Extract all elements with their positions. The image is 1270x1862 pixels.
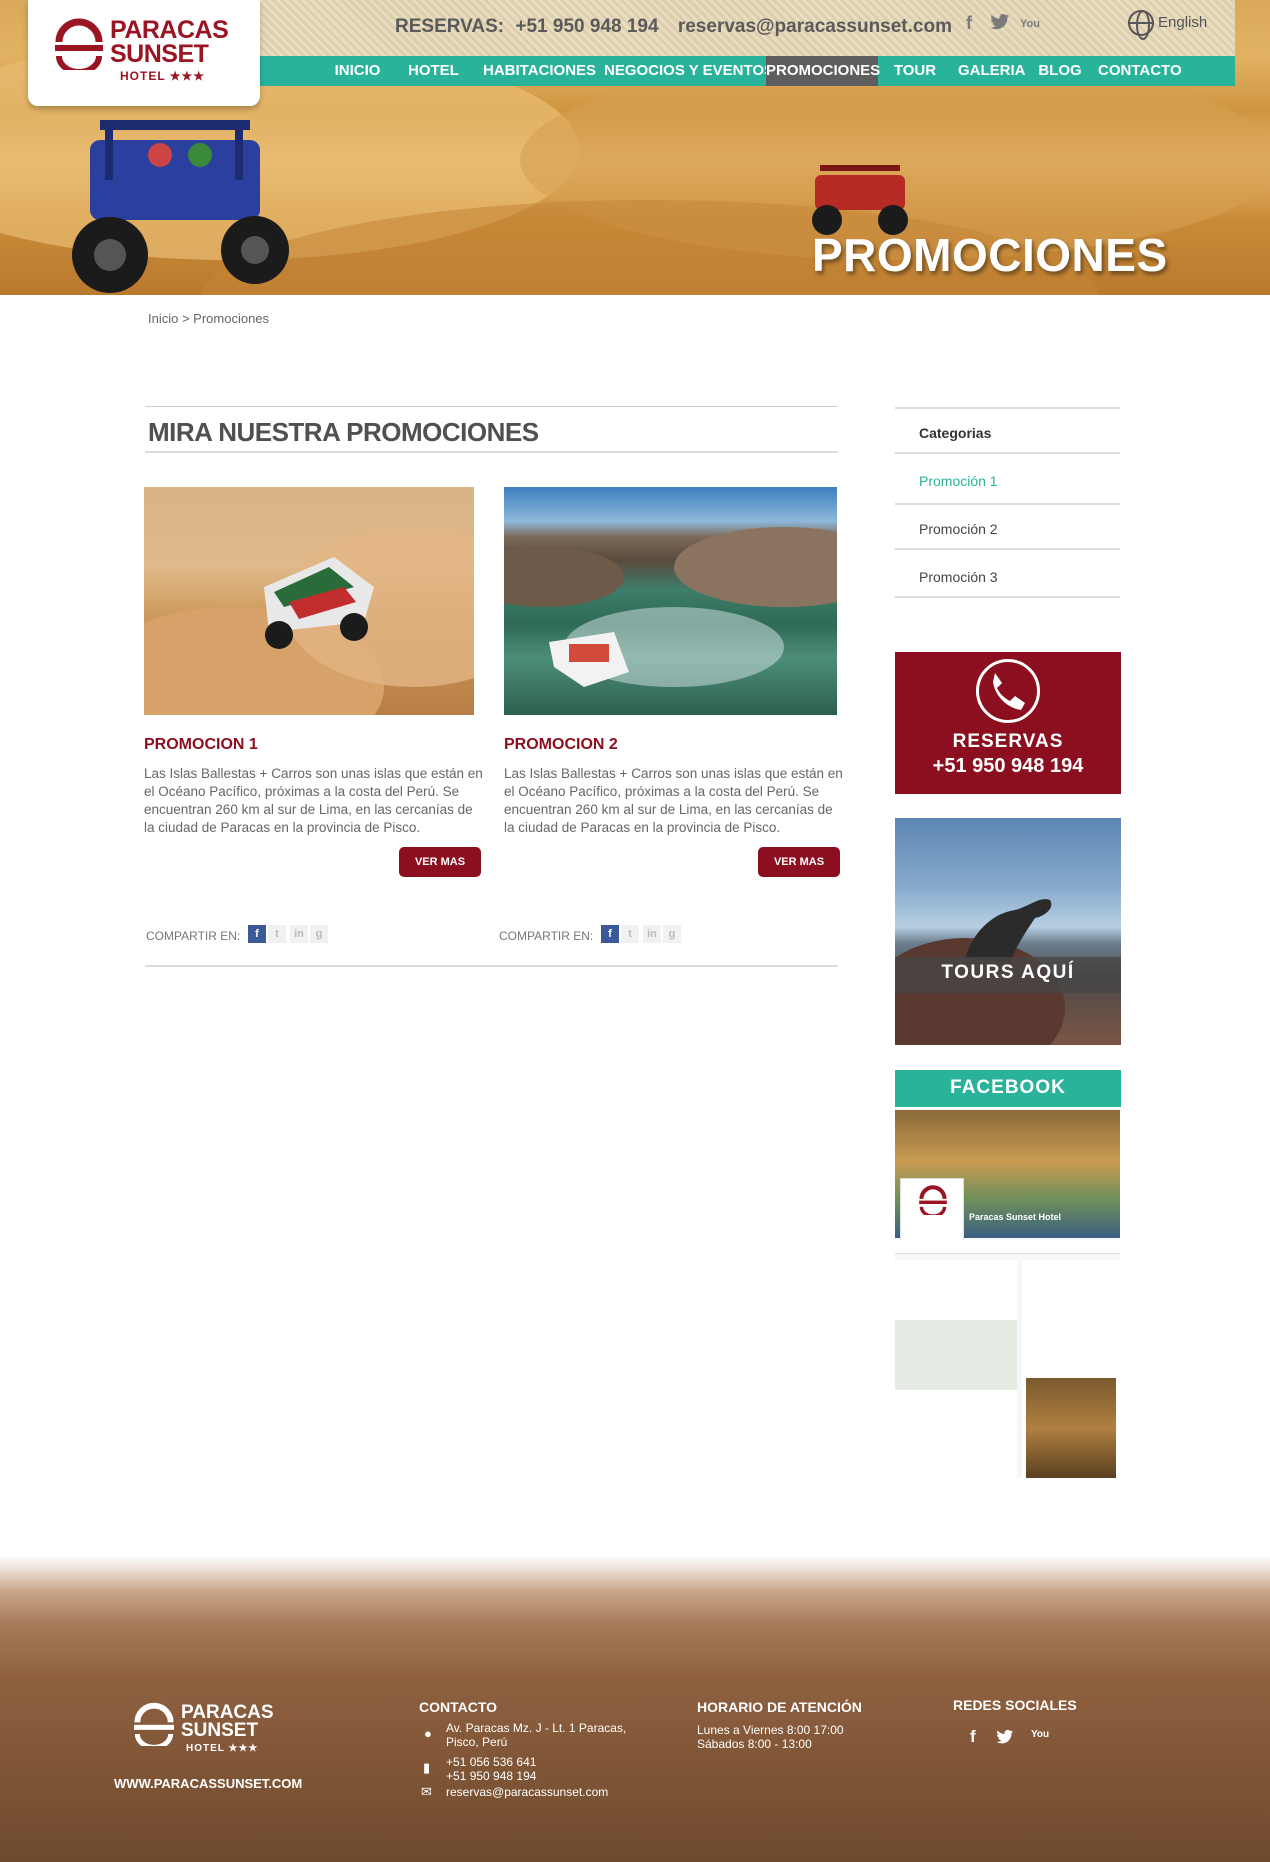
facebook-icon[interactable]: f	[959, 13, 979, 35]
reservas-label: RESERVAS:	[395, 16, 505, 37]
footer-brand-line3: HOTEL ★★★	[186, 1743, 259, 1754]
promo-image-1[interactable]	[144, 487, 474, 715]
twitter-share-icon[interactable]: t	[621, 925, 639, 943]
googleplus-share-icon[interactable]: g	[663, 925, 681, 943]
phone-icon	[976, 659, 1040, 723]
footer-phone-2[interactable]: +51 950 948 194	[446, 1769, 536, 1783]
facebook-page-name: Paracas Sunset Hotel	[969, 1212, 1062, 1222]
footer-contacto-title: CONTACTO	[419, 1699, 498, 1715]
footer-horario-title: HORARIO DE ATENCIÓN	[697, 1699, 862, 1715]
reservas-phone-link[interactable]: +51 950 948 194	[515, 16, 658, 37]
sunset-logo-icon	[55, 18, 103, 70]
nav-negocios-eventos[interactable]: NEGOCIOS Y EVENTOS	[604, 56, 774, 86]
buggy-image	[72, 120, 289, 293]
footer-address-line2: Pisco, Perú	[446, 1735, 508, 1749]
category-promocion-1[interactable]: Promoción 1	[919, 473, 998, 489]
page-hero-title: PROMOCIONES	[812, 229, 1168, 281]
nav-habitaciones[interactable]: HABITACIONES	[483, 56, 596, 86]
facebook-icon[interactable]: f	[970, 1727, 976, 1747]
footer-phone-1[interactable]: +51 056 536 641	[446, 1755, 536, 1769]
promo-image-2[interactable]	[504, 487, 837, 715]
logo[interactable]: PARACAS SUNSET HOTEL ★★★	[28, 0, 260, 106]
divider	[895, 596, 1120, 598]
divider	[895, 407, 1120, 409]
nav-tour[interactable]: TOUR	[891, 56, 939, 86]
language-switch[interactable]: English	[1158, 14, 1207, 31]
nav-contacto[interactable]: CONTACTO	[1098, 56, 1182, 86]
footer-address-line1: Av. Paracas Mz. J - Lt. 1 Paracas,	[446, 1721, 627, 1735]
promo-description-1: Las Islas Ballestas + Carros son unas is…	[144, 766, 483, 835]
location-icon: ●	[424, 1726, 432, 1741]
divider	[895, 548, 1120, 550]
footer-redes-title: REDES SOCIALES	[953, 1697, 1077, 1713]
googleplus-share-icon[interactable]: g	[310, 925, 328, 943]
nav-promociones[interactable]: PROMOCIONES	[766, 56, 880, 86]
mail-icon: ✉	[421, 1784, 432, 1799]
reservas-phone[interactable]: +51 950 948 194	[895, 755, 1121, 778]
linkedin-share-icon[interactable]: in	[290, 925, 308, 943]
promo-title-2[interactable]: PROMOCION 2	[504, 736, 618, 754]
ver-mas-button-1[interactable]: VER MAS	[399, 847, 481, 877]
divider	[145, 965, 838, 967]
category-promocion-2[interactable]: Promoción 2	[919, 521, 998, 537]
reservas-email-link[interactable]: reservas@paracassunset.com	[678, 16, 952, 37]
twitter-icon[interactable]	[990, 13, 1010, 35]
ver-mas-button-2[interactable]: VER MAS	[758, 847, 840, 877]
footer-brand-line2: SUNSET	[181, 1720, 259, 1741]
youtube-icon[interactable]: You	[1020, 13, 1040, 35]
divider	[895, 503, 1120, 505]
facebook-share-icon[interactable]: f	[601, 925, 619, 943]
promo-title-1[interactable]: PROMOCION 1	[144, 736, 258, 754]
share-label-1: COMPARTIR EN:	[146, 929, 241, 943]
category-promocion-3[interactable]: Promoción 3	[919, 569, 998, 585]
tours-banner-image[interactable]	[895, 818, 1121, 1045]
reservas-title: RESERVAS	[952, 731, 1064, 752]
section-title: MIRA NUESTRA PROMOCIONES	[148, 417, 539, 447]
nav-hotel[interactable]: HOTEL	[408, 56, 459, 86]
twitter-share-icon[interactable]: t	[268, 925, 286, 943]
nav-inicio[interactable]: INICIO	[330, 56, 385, 86]
promo-description-2: Las Islas Ballestas + Carros son unas is…	[504, 766, 843, 835]
twitter-icon[interactable]	[996, 1729, 1014, 1750]
reservas-contact: RESERVAS: +51 950 948 194 reservas@parac…	[395, 16, 958, 38]
divider	[145, 406, 838, 407]
facebook-page-avatar	[900, 1178, 964, 1242]
facebook-title: FACEBOOK	[950, 1077, 1066, 1098]
nav-blog[interactable]: BLOG	[1037, 56, 1083, 86]
globe-icon[interactable]	[1128, 10, 1154, 40]
footer-horario-line2: Sábados 8:00 - 13:00	[697, 1737, 812, 1751]
divider	[145, 451, 838, 453]
breadcrumb[interactable]: Inicio > Promociones	[148, 311, 269, 326]
facebook-share-icon[interactable]: f	[248, 925, 266, 943]
phone-icon: ▮	[423, 1760, 431, 1775]
youtube-icon[interactable]: You	[1031, 1729, 1049, 1740]
footer-website-link[interactable]: WWW.PARACASSUNSET.COM	[114, 1776, 302, 1791]
footer-horario-line1: Lunes a Viernes 8:00 17:00	[697, 1723, 844, 1737]
facebook-page-widget[interactable]: Paracas Sunset Hotel	[895, 1110, 1120, 1478]
nav-galeria[interactable]: GALERIA	[958, 56, 1026, 86]
footer-email[interactable]: reservas@paracassunset.com	[446, 1785, 608, 1799]
divider	[895, 452, 1120, 454]
share-label-2: COMPARTIR EN:	[499, 929, 594, 943]
tours-label[interactable]: TOURS AQUÍ	[895, 962, 1121, 984]
brand-name-line1: PARACAS	[110, 16, 229, 44]
categories-title: Categorias	[919, 425, 992, 441]
footer-logo-icon	[134, 1702, 174, 1746]
brand-name-line2: SUNSET	[110, 40, 209, 68]
linkedin-share-icon[interactable]: in	[643, 925, 661, 943]
brand-name-line3: HOTEL ★★★	[120, 69, 206, 83]
